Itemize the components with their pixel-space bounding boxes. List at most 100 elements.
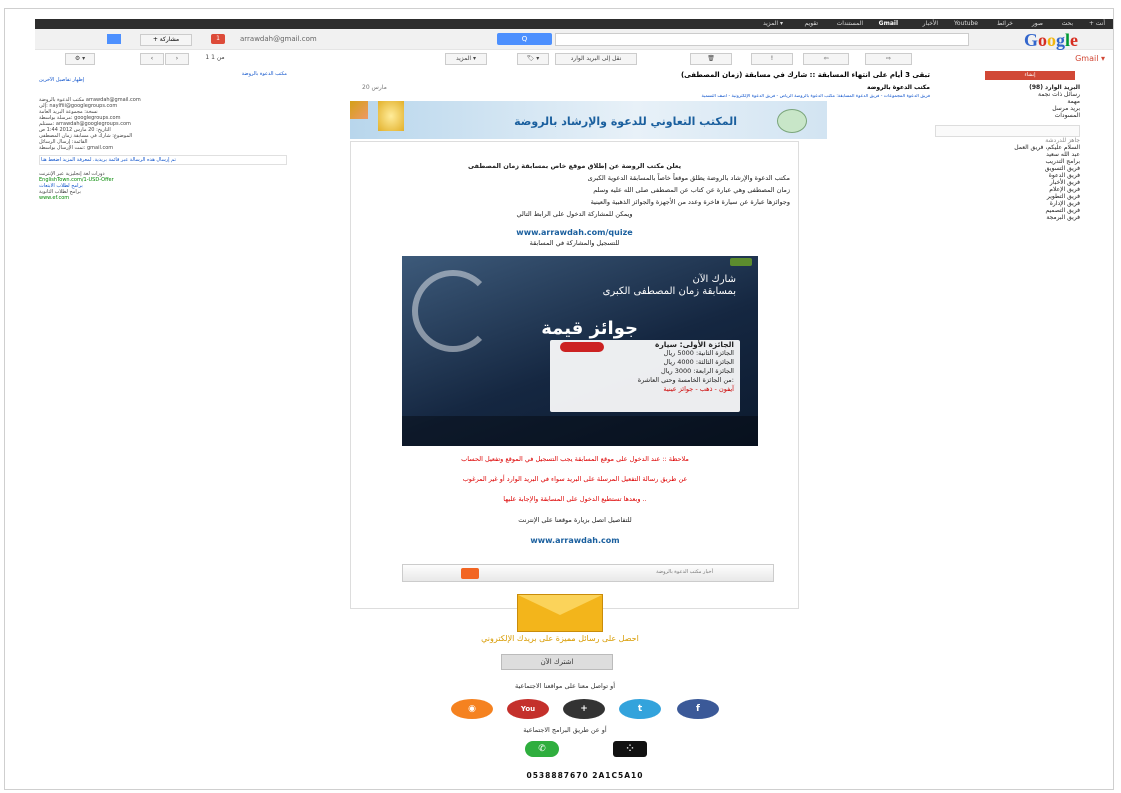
whatsapp-icon[interactable]: ✆ [525, 741, 559, 757]
search-button[interactable]: Q [497, 33, 552, 45]
app-icons-row: ✆ ⁘ [525, 741, 655, 761]
mailing-list-notice[interactable]: تم إرسال هذه الرسالة عبر قائمة بريدية. ل… [39, 155, 287, 165]
topbar-link-you[interactable]: + أنت [1089, 20, 1105, 27]
prize-item: من الجائزة الخامسة وحتى العاشرة: [637, 376, 734, 384]
move-to-inbox-button[interactable]: نقل إلى البريد الوارد [555, 53, 637, 65]
sender-name[interactable]: مكتب الدعوة بالروضة [867, 84, 930, 91]
red-note-block: ملاحظة :: عند الدخول على موقع المسابقة ي… [360, 454, 790, 545]
topbar-link-news[interactable]: الأخبار [923, 20, 938, 27]
contest-poster: شارك الآن بمسابقة زمان المصطفى الكبرى جو… [402, 256, 758, 446]
youtube-icon[interactable]: You [507, 699, 549, 719]
google-plus-icon[interactable]: + [563, 699, 605, 719]
intro-line: مكتب الدعوة والإرشاد بالروضة يطلق موقعاً… [587, 174, 790, 182]
share-button[interactable]: + مشاركة [140, 34, 192, 46]
poster-badge [730, 258, 752, 266]
pager-count: 1 من 1 [205, 54, 225, 61]
gmail-label[interactable]: Gmail ▾ [1075, 54, 1105, 63]
banner-ornament-icon [350, 101, 368, 119]
prize-item: الجائزة الثالثة: 4000 ريال [663, 358, 734, 366]
newer-button[interactable]: › [165, 53, 189, 65]
social-icons-row: ◉ You + t f [451, 699, 726, 721]
email-banner: المكتب التعاوني للدعوة والإرشاد بالروضة [350, 101, 827, 139]
intro-line: يعلن مكتب الروضة عن إطلاق موقع خاص بمساب… [467, 162, 682, 170]
account-email[interactable]: arrawdah@gmail.com [240, 35, 317, 43]
older-button[interactable]: ‹ [140, 53, 164, 65]
search-row: Google Q arrawdah@gmail.com 1 + مشاركة [35, 29, 1113, 50]
poster-line1: شارك الآن [692, 274, 736, 285]
account-avatar[interactable] [107, 34, 121, 44]
back-button[interactable]: ⇨ [865, 53, 912, 65]
red-note-line: عن طريق رسالة التفعيل المرسلة على البريد… [462, 475, 688, 483]
topbar-link-search[interactable]: بحث [1062, 20, 1073, 27]
subscribe-button[interactable]: اشترك الآن [501, 654, 613, 670]
car-icon [560, 342, 604, 352]
email-subject: تبقى 3 أيام على انتهاء المسابقة :: شارك … [680, 71, 930, 79]
delete-button[interactable]: 🗑 [690, 53, 732, 65]
topbar-link-more[interactable]: المزيد ▾ [763, 20, 783, 27]
settings-gear-button[interactable]: ⚙ ▾ [65, 53, 95, 65]
chat-contact[interactable]: فريق التطوير [935, 193, 1080, 200]
chat-contact[interactable]: فريق الإعلام [935, 186, 1080, 193]
chat-contact[interactable]: السلام عليكم، فريق العمل [935, 144, 1080, 151]
poster-line2: بمسابقة زمان المصطفى الكبرى [602, 286, 736, 297]
chat-contact[interactable]: فريق الإدارة [935, 200, 1080, 207]
nav-item-inbox[interactable]: البريد الوارد (98) [935, 84, 1080, 91]
gmail-right-nav: إنشاء البريد الوارد (98) رسائل ذات نجمة … [935, 71, 1080, 221]
prize-list: الجائزة الأولى: سيارة الجائزة الثانية: 5… [550, 340, 740, 412]
apps-text: أو عن طريق البرامج الاجتماعية [523, 726, 607, 734]
twitter-icon[interactable]: t [619, 699, 661, 719]
facebook-icon[interactable]: f [677, 699, 719, 719]
chat-contact[interactable]: فريق البرمجة [935, 214, 1080, 221]
topbar-link-gmail[interactable]: Gmail [879, 20, 898, 27]
envelope-icon [517, 594, 603, 632]
chat-search-input[interactable] [935, 125, 1080, 137]
topbar-link-maps[interactable]: خرائط [997, 20, 1013, 27]
chat-contact[interactable]: فريق التسويق [935, 165, 1080, 172]
quiz-site-link[interactable]: www.arrawdah.com/quize [351, 228, 798, 237]
compose-button[interactable]: إنشاء [985, 71, 1075, 80]
poster-prizes-heading: جوائز قيمة [541, 318, 638, 339]
topbar-link-images[interactable]: صور [1032, 20, 1043, 27]
google-logo[interactable]: Google [1024, 30, 1078, 51]
topbar-link-youtube[interactable]: Youtube [954, 20, 978, 27]
intro-line: ويمكن للمشاركة الدخول على الرابط التالي [516, 210, 633, 218]
subscribe-text: احصل على رسائل مميزة على بريدك الإلكترون… [481, 634, 639, 643]
topbar-link-docs[interactable]: المستندات [837, 20, 863, 27]
main-site-link[interactable]: www.arrawdah.com [360, 536, 790, 545]
intro-line: وجوائزها عبارة عن سيارة فاخرة وعدد من ال… [590, 198, 790, 206]
labels-button[interactable]: 🏷 ▾ [517, 53, 549, 65]
more-actions-button[interactable]: المزيد ▾ [445, 53, 487, 65]
chat-contact[interactable]: عبد الله سعيد [935, 151, 1080, 158]
nav-item-important[interactable]: مهمة [935, 98, 1080, 105]
google-top-bar: + أنت بحث صور خرائط Youtube الأخبار Gmai… [35, 19, 1113, 29]
notification-badge[interactable]: 1 [211, 34, 225, 44]
prize-item: آيفون - ذهب - جوائز عينية [663, 385, 734, 393]
rss-icon [461, 568, 479, 579]
rss-icon[interactable]: ◉ [451, 699, 493, 719]
poster-title: شارك الآن بمسابقة زمان المصطفى الكبرى [603, 274, 736, 298]
mail-toolbar: ⚙ ▾ ‹ › 1 من 1 المزيد ▾ 🏷 ▾ نقل إلى البر… [35, 51, 1113, 67]
chat-contact[interactable]: فريق التصميم [935, 207, 1080, 214]
screenshot-frame: + أنت بحث صور خرائط Youtube الأخبار Gmai… [4, 8, 1114, 790]
blackberry-icon[interactable]: ⁘ [613, 741, 647, 757]
chat-contact[interactable]: فريق الأخبار [935, 179, 1080, 186]
spam-button[interactable]: ! [751, 53, 793, 65]
label-header-line[interactable]: فريق الدعوة المجموعات - فريق الدعوة المس… [350, 94, 930, 100]
chat-contact[interactable]: فريق الدعوة [935, 172, 1080, 179]
nav-item-drafts[interactable]: المسودات [935, 112, 1080, 119]
search-input[interactable] [555, 33, 969, 46]
details-note: للتفاصيل اتصل بزيارة موقعنا على الإنترنت [518, 516, 632, 524]
intro-line: زمان المصطفى وهي عبارة عن كتاب عن المصطف… [593, 186, 790, 194]
chat-contact[interactable]: برامج التدريب [935, 158, 1080, 165]
archive-button[interactable]: ⇦ [803, 53, 849, 65]
ad-url[interactable]: www.ef.com [39, 195, 287, 201]
nav-item-sent[interactable]: بريد مرسل [935, 105, 1080, 112]
rss-label: أخبار مكتب الدعوة بالروضة [656, 569, 713, 575]
rss-feed-bar[interactable]: أخبار مكتب الدعوة بالروضة [402, 564, 774, 582]
sender-details-panel: مكتب الدعوة بالروضة إظهار تفاصيل الآخرين… [39, 71, 287, 201]
crescent-icon [412, 270, 494, 352]
topbar-link-calendar[interactable]: تقويم [805, 20, 818, 27]
chat-status: جاهز للدردشة [1045, 137, 1080, 144]
office-logo-icon [777, 109, 807, 133]
nav-item-starred[interactable]: رسائل ذات نجمة [935, 91, 1080, 98]
